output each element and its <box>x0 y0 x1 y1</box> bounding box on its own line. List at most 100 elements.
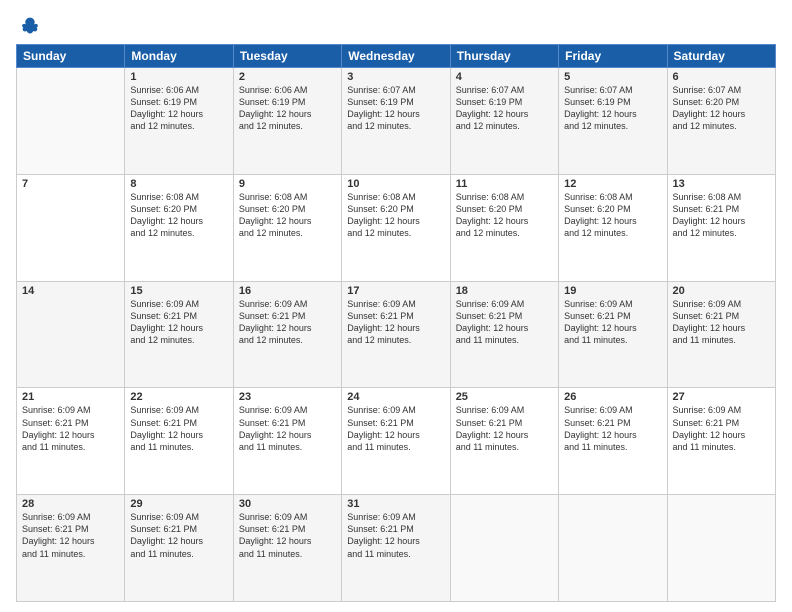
day-info: Sunrise: 6:09 AM Sunset: 6:21 PM Dayligh… <box>130 298 227 347</box>
day-info: Sunrise: 6:08 AM Sunset: 6:21 PM Dayligh… <box>673 191 770 240</box>
day-info: Sunrise: 6:08 AM Sunset: 6:20 PM Dayligh… <box>456 191 553 240</box>
calendar-cell <box>559 495 667 602</box>
week-row-3: 21Sunrise: 6:09 AM Sunset: 6:21 PM Dayli… <box>17 388 776 495</box>
day-header-wednesday: Wednesday <box>342 45 450 68</box>
calendar-cell <box>450 495 558 602</box>
day-info: Sunrise: 6:09 AM Sunset: 6:21 PM Dayligh… <box>239 404 336 453</box>
day-number: 14 <box>22 285 119 297</box>
day-info: Sunrise: 6:09 AM Sunset: 6:21 PM Dayligh… <box>564 404 661 453</box>
calendar-cell: 23Sunrise: 6:09 AM Sunset: 6:21 PM Dayli… <box>233 388 341 495</box>
calendar-cell: 3Sunrise: 6:07 AM Sunset: 6:19 PM Daylig… <box>342 68 450 175</box>
day-number: 31 <box>347 498 444 510</box>
day-number: 13 <box>673 178 770 190</box>
day-info: Sunrise: 6:08 AM Sunset: 6:20 PM Dayligh… <box>564 191 661 240</box>
day-number: 28 <box>22 498 119 510</box>
calendar-cell: 9Sunrise: 6:08 AM Sunset: 6:20 PM Daylig… <box>233 174 341 281</box>
day-number: 7 <box>22 178 119 190</box>
calendar-cell: 29Sunrise: 6:09 AM Sunset: 6:21 PM Dayli… <box>125 495 233 602</box>
day-number: 11 <box>456 178 553 190</box>
day-number: 4 <box>456 71 553 83</box>
calendar-cell <box>667 495 775 602</box>
day-info: Sunrise: 6:06 AM Sunset: 6:19 PM Dayligh… <box>239 84 336 133</box>
day-info: Sunrise: 6:09 AM Sunset: 6:21 PM Dayligh… <box>347 404 444 453</box>
day-info: Sunrise: 6:08 AM Sunset: 6:20 PM Dayligh… <box>239 191 336 240</box>
calendar-cell: 19Sunrise: 6:09 AM Sunset: 6:21 PM Dayli… <box>559 281 667 388</box>
day-number: 19 <box>564 285 661 297</box>
day-header-friday: Friday <box>559 45 667 68</box>
week-row-1: 78Sunrise: 6:08 AM Sunset: 6:20 PM Dayli… <box>17 174 776 281</box>
calendar-cell: 27Sunrise: 6:09 AM Sunset: 6:21 PM Dayli… <box>667 388 775 495</box>
day-info: Sunrise: 6:09 AM Sunset: 6:21 PM Dayligh… <box>347 511 444 560</box>
calendar-cell: 30Sunrise: 6:09 AM Sunset: 6:21 PM Dayli… <box>233 495 341 602</box>
calendar-cell: 8Sunrise: 6:08 AM Sunset: 6:20 PM Daylig… <box>125 174 233 281</box>
calendar-cell: 17Sunrise: 6:09 AM Sunset: 6:21 PM Dayli… <box>342 281 450 388</box>
day-number: 21 <box>22 391 119 403</box>
calendar-cell: 11Sunrise: 6:08 AM Sunset: 6:20 PM Dayli… <box>450 174 558 281</box>
day-number: 9 <box>239 178 336 190</box>
calendar: SundayMondayTuesdayWednesdayThursdayFrid… <box>16 44 776 602</box>
week-row-0: 1Sunrise: 6:06 AM Sunset: 6:19 PM Daylig… <box>17 68 776 175</box>
day-header-thursday: Thursday <box>450 45 558 68</box>
day-info: Sunrise: 6:09 AM Sunset: 6:21 PM Dayligh… <box>456 404 553 453</box>
day-info: Sunrise: 6:09 AM Sunset: 6:21 PM Dayligh… <box>673 404 770 453</box>
day-number: 22 <box>130 391 227 403</box>
day-number: 30 <box>239 498 336 510</box>
day-info: Sunrise: 6:07 AM Sunset: 6:19 PM Dayligh… <box>564 84 661 133</box>
calendar-cell: 24Sunrise: 6:09 AM Sunset: 6:21 PM Dayli… <box>342 388 450 495</box>
calendar-cell: 14 <box>17 281 125 388</box>
day-number: 3 <box>347 71 444 83</box>
day-header-tuesday: Tuesday <box>233 45 341 68</box>
day-info: Sunrise: 6:09 AM Sunset: 6:21 PM Dayligh… <box>239 298 336 347</box>
day-info: Sunrise: 6:06 AM Sunset: 6:19 PM Dayligh… <box>130 84 227 133</box>
day-info: Sunrise: 6:07 AM Sunset: 6:19 PM Dayligh… <box>456 84 553 133</box>
logo <box>16 16 42 36</box>
day-number: 25 <box>456 391 553 403</box>
calendar-cell: 4Sunrise: 6:07 AM Sunset: 6:19 PM Daylig… <box>450 68 558 175</box>
day-info: Sunrise: 6:08 AM Sunset: 6:20 PM Dayligh… <box>130 191 227 240</box>
day-number: 5 <box>564 71 661 83</box>
day-info: Sunrise: 6:09 AM Sunset: 6:21 PM Dayligh… <box>22 404 119 453</box>
day-number: 6 <box>673 71 770 83</box>
day-number: 12 <box>564 178 661 190</box>
day-number: 1 <box>130 71 227 83</box>
day-info: Sunrise: 6:09 AM Sunset: 6:21 PM Dayligh… <box>239 511 336 560</box>
day-number: 23 <box>239 391 336 403</box>
day-info: Sunrise: 6:08 AM Sunset: 6:20 PM Dayligh… <box>347 191 444 240</box>
day-number: 15 <box>130 285 227 297</box>
calendar-cell: 18Sunrise: 6:09 AM Sunset: 6:21 PM Dayli… <box>450 281 558 388</box>
day-number: 27 <box>673 391 770 403</box>
day-number: 18 <box>456 285 553 297</box>
week-row-2: 1415Sunrise: 6:09 AM Sunset: 6:21 PM Day… <box>17 281 776 388</box>
calendar-cell: 28Sunrise: 6:09 AM Sunset: 6:21 PM Dayli… <box>17 495 125 602</box>
day-info: Sunrise: 6:09 AM Sunset: 6:21 PM Dayligh… <box>130 511 227 560</box>
calendar-cell: 1Sunrise: 6:06 AM Sunset: 6:19 PM Daylig… <box>125 68 233 175</box>
day-info: Sunrise: 6:09 AM Sunset: 6:21 PM Dayligh… <box>456 298 553 347</box>
calendar-cell: 7 <box>17 174 125 281</box>
header <box>16 16 776 36</box>
day-number: 24 <box>347 391 444 403</box>
day-info: Sunrise: 6:07 AM Sunset: 6:19 PM Dayligh… <box>347 84 444 133</box>
day-number: 17 <box>347 285 444 297</box>
day-info: Sunrise: 6:07 AM Sunset: 6:20 PM Dayligh… <box>673 84 770 133</box>
day-number: 20 <box>673 285 770 297</box>
calendar-cell: 12Sunrise: 6:08 AM Sunset: 6:20 PM Dayli… <box>559 174 667 281</box>
day-info: Sunrise: 6:09 AM Sunset: 6:21 PM Dayligh… <box>130 404 227 453</box>
day-number: 8 <box>130 178 227 190</box>
day-number: 29 <box>130 498 227 510</box>
calendar-cell: 21Sunrise: 6:09 AM Sunset: 6:21 PM Dayli… <box>17 388 125 495</box>
day-info: Sunrise: 6:09 AM Sunset: 6:21 PM Dayligh… <box>673 298 770 347</box>
day-header-sunday: Sunday <box>17 45 125 68</box>
calendar-cell: 2Sunrise: 6:06 AM Sunset: 6:19 PM Daylig… <box>233 68 341 175</box>
calendar-cell: 15Sunrise: 6:09 AM Sunset: 6:21 PM Dayli… <box>125 281 233 388</box>
week-row-4: 28Sunrise: 6:09 AM Sunset: 6:21 PM Dayli… <box>17 495 776 602</box>
calendar-cell: 31Sunrise: 6:09 AM Sunset: 6:21 PM Dayli… <box>342 495 450 602</box>
page: SundayMondayTuesdayWednesdayThursdayFrid… <box>0 0 792 612</box>
calendar-cell: 6Sunrise: 6:07 AM Sunset: 6:20 PM Daylig… <box>667 68 775 175</box>
day-info: Sunrise: 6:09 AM Sunset: 6:21 PM Dayligh… <box>22 511 119 560</box>
day-header-monday: Monday <box>125 45 233 68</box>
calendar-cell <box>17 68 125 175</box>
calendar-cell: 25Sunrise: 6:09 AM Sunset: 6:21 PM Dayli… <box>450 388 558 495</box>
calendar-cell: 16Sunrise: 6:09 AM Sunset: 6:21 PM Dayli… <box>233 281 341 388</box>
logo-bird-icon <box>20 16 40 36</box>
day-number: 26 <box>564 391 661 403</box>
